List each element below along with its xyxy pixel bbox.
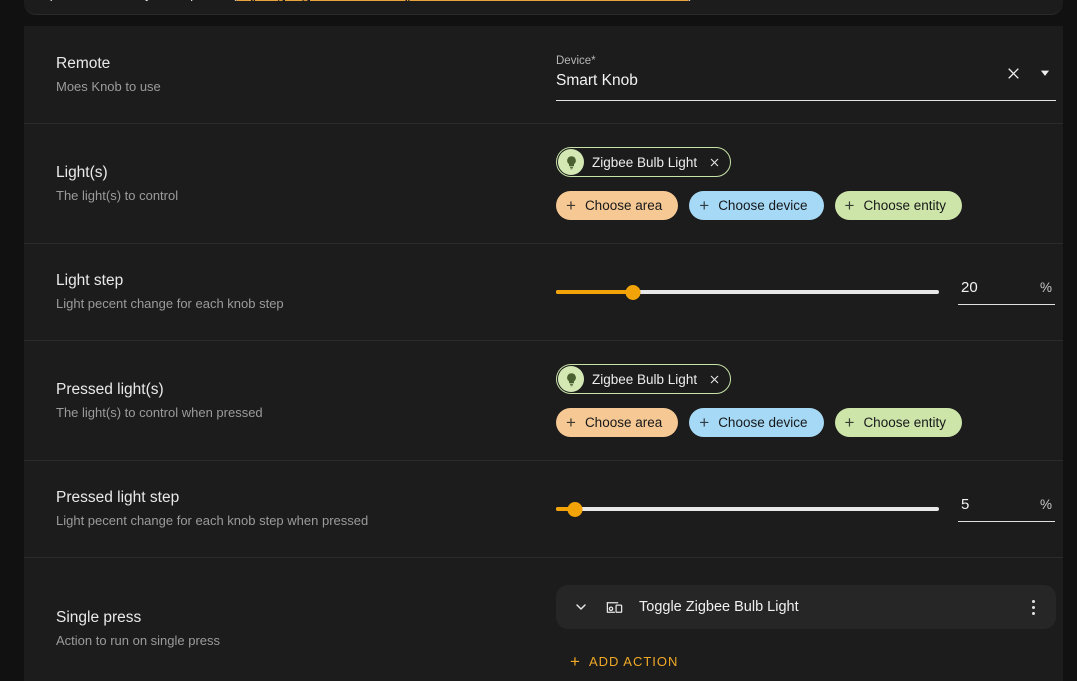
row-light-step: Light step Light pecent change for each … [24,243,1063,340]
lightbulb-icon [558,366,584,392]
row-single-press-control: Toggle Zigbee Bulb Light + ADD ACTION [556,579,1056,681]
plus-icon: + [699,413,710,432]
row-single-press-title: Single press [56,609,142,626]
row-pressed-light-step-control: 5 % [556,490,1055,528]
add-action-button[interactable]: + ADD ACTION [556,645,694,678]
more-vertical-icon[interactable] [1022,592,1044,622]
row-pressed-lights-title: Pressed light(s) [56,380,164,398]
lights-entity-chips: Zigbee Bulb Light [556,147,1047,177]
settings-page: Updated further by amrutprabhu(https://g… [0,0,1077,681]
choose-area-button[interactable]: + Choose area [556,191,679,220]
device-field-value: Smart Knob [556,72,638,89]
row-lights-title: Light(s) [56,163,108,181]
plus-icon: + [699,196,710,215]
plus-icon: + [844,413,855,432]
close-icon[interactable] [1002,62,1024,84]
choose-device-label: Choose device [718,415,808,430]
pressed-light-step-number-field[interactable]: 5 % [958,496,1055,522]
choose-entity-button[interactable]: + Choose entity [834,408,962,437]
row-remote-desc: Moes Knob to use [56,78,161,94]
choose-area-label: Choose area [584,415,663,430]
row-pressed-lights-desc: The light(s) to control when pressed [56,404,263,420]
lightbulb-icon [558,149,584,175]
devices-other-icon [602,595,626,619]
slider-thumb[interactable] [625,284,641,300]
plus-icon: + [844,196,855,215]
pressed-light-step-value: 5 [961,496,970,513]
device-picker[interactable]: Device* Smart Knob [556,48,1056,101]
row-pressed-light-step-title: Pressed light step [56,489,180,506]
row-remote-control: Device* Smart Knob [556,42,1056,107]
plus-icon: + [570,652,580,671]
row-pressed-light-step-label: Pressed light step Light pecent change f… [40,482,556,536]
note-suffix: ) Version 2023-12-03. [688,0,818,1]
light-step-value: 20 [961,279,978,296]
entity-chip-label: Zigbee Bulb Light [592,371,698,387]
slider-thumb[interactable] [567,501,583,517]
choose-area-button[interactable]: + Choose area [556,408,679,437]
pressed-light-step-unit: % [1039,497,1052,512]
row-single-press-label: Single press Action to run on single pre… [40,579,556,656]
row-lights-desc: The light(s) to control [56,187,179,203]
entity-chip[interactable]: Zigbee Bulb Light [556,364,732,394]
row-pressed-light-step-desc: Light pecent change for each knob step w… [56,513,369,528]
pressed-lights-pickers: + Choose area + Choose device + Choose e… [556,408,1047,437]
add-action-label: ADD ACTION [588,654,679,669]
close-icon[interactable] [705,153,723,171]
choose-device-label: Choose device [718,198,808,213]
row-light-step-control: 20 % [556,273,1055,311]
row-pressed-lights-label: Pressed light(s) The light(s) to control… [40,374,556,428]
pressed-light-step-slider[interactable] [556,496,939,522]
light-step-slider[interactable] [556,279,939,305]
entity-chip-label: Zigbee Bulb Light [592,154,698,170]
row-pressed-lights-control: Zigbee Bulb Light + Choose area + Choose… [556,358,1047,443]
light-step-unit: % [1039,280,1052,295]
row-single-press: Single press Action to run on single pre… [24,557,1063,681]
row-remote-title: Remote [56,54,111,72]
slider-track [556,507,939,511]
device-field-actions [1002,62,1056,84]
device-field-label: Device* [556,55,596,67]
row-lights-label: Light(s) The light(s) to control [40,157,556,211]
choose-entity-label: Choose entity [863,198,946,213]
blueprint-description: Updated further by amrutprabhu(https://g… [24,0,1063,15]
pressed-lights-entity-chips: Zigbee Bulb Light [556,364,1047,394]
row-light-step-label: Light step Light pecent change for each … [40,265,556,319]
action-title: Toggle Zigbee Bulb Light [639,599,799,615]
blueprint-inputs-card: Remote Moes Knob to use Device* Smart Kn… [24,26,1063,681]
row-lights-control: Zigbee Bulb Light + Choose area + Choose… [556,141,1047,226]
chevron-down-icon[interactable] [570,596,592,618]
row-light-step-desc: Light pecent change for each knob step [56,296,284,311]
light-step-number-field[interactable]: 20 % [958,279,1055,305]
chevron-down-icon[interactable] [1034,62,1056,84]
row-remote: Remote Moes Knob to use Device* Smart Kn… [24,26,1063,123]
plus-icon: + [566,196,576,215]
row-lights: Light(s) The light(s) to control Zigbee … [24,123,1063,243]
choose-device-button[interactable]: + Choose device [689,408,824,437]
choose-area-label: Choose area [584,198,663,213]
slider-fill [556,290,633,294]
row-pressed-light-step: Pressed light step Light pecent change f… [24,460,1063,557]
action-item[interactable]: Toggle Zigbee Bulb Light [556,585,1056,629]
row-pressed-lights: Pressed light(s) The light(s) to control… [24,340,1063,460]
choose-entity-button[interactable]: + Choose entity [834,191,962,220]
row-single-press-desc: Action to run on single press [56,633,221,648]
note-prefix: Updated further by amrutprabhu( [40,0,237,1]
row-remote-label: Remote Moes Knob to use [40,48,556,102]
row-light-step-title: Light step [56,272,124,289]
choose-entity-label: Choose entity [863,415,946,430]
plus-icon: + [566,413,576,432]
close-icon[interactable] [705,370,723,388]
choose-device-button[interactable]: + Choose device [689,191,824,220]
entity-chip[interactable]: Zigbee Bulb Light [556,147,732,177]
lights-pickers: + Choose area + Choose device + Choose e… [556,191,1047,220]
gist-link[interactable]: https://gist.github.com/amrutprabhu/e852… [237,0,689,1]
